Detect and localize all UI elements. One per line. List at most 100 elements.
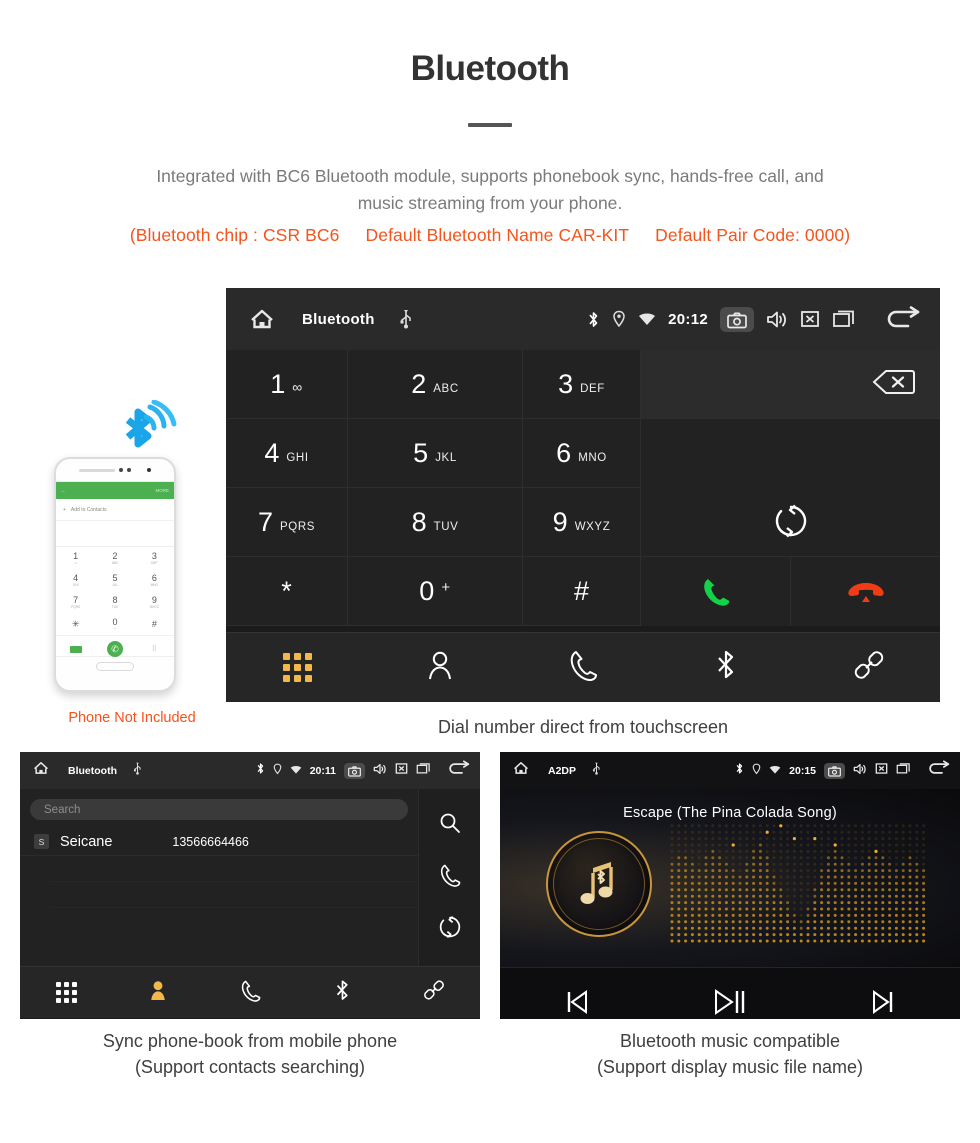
link-icon (853, 649, 885, 686)
search-placeholder: Search (44, 803, 81, 816)
key-2[interactable]: 2 ABC (348, 350, 523, 419)
phone-key: 5 JKL (112, 572, 118, 587)
add-contacts-label: Add to Contacts (70, 506, 107, 513)
nav-dialpad[interactable] (20, 982, 112, 1003)
music-title: A2DP (548, 764, 577, 777)
phone-key: 1 ∞ (73, 550, 79, 565)
music-statusbar: A2DP 20:15 (500, 752, 960, 789)
contacts-list: Search S Seicane 13566664466 (20, 789, 418, 966)
camera-icon[interactable] (720, 306, 754, 332)
hangup-button[interactable] (791, 557, 940, 626)
play-pause-button[interactable] (653, 987, 806, 1017)
spec-name: Default Bluetooth Name CAR-KIT (365, 224, 630, 245)
usb-icon (592, 762, 601, 780)
key-7[interactable]: 7 PQRS (226, 488, 348, 557)
phone-key: 2 ABC (111, 550, 119, 565)
dialpad-icon (282, 653, 312, 682)
close-box-icon[interactable] (395, 762, 408, 780)
contact-number: 13566664466 (172, 834, 249, 849)
spec-pair-code: Default Pair Code: 0000) (655, 224, 851, 245)
dialer-clock: 20:12 (668, 310, 708, 328)
dialer-title: Bluetooth (302, 310, 375, 328)
home-icon[interactable] (248, 307, 276, 331)
back-icon[interactable] (447, 759, 472, 782)
music-clock: 20:15 (789, 764, 816, 777)
bluetooth-icon (714, 648, 738, 687)
home-icon[interactable] (512, 760, 530, 781)
phone-key: 3 DEF (151, 550, 158, 565)
nav-bluetooth[interactable] (654, 648, 797, 687)
nav-contacts[interactable] (369, 649, 512, 686)
key-8[interactable]: 8 TUV (348, 488, 523, 557)
key-4[interactable]: 4 GHI (226, 419, 348, 488)
nav-bluetooth[interactable] (296, 978, 388, 1008)
camera-icon[interactable] (824, 762, 845, 779)
music-screenshot: A2DP 20:15 Escape (The Pina Colada Song) (500, 752, 960, 1019)
close-box-icon[interactable] (800, 309, 820, 329)
title-divider (468, 122, 512, 127)
phonebook-side-actions (418, 789, 480, 966)
backspace-icon[interactable] (872, 368, 916, 401)
key-6[interactable]: 6 MNO (523, 419, 641, 488)
nav-contacts[interactable] (112, 978, 204, 1007)
volume-icon[interactable] (766, 310, 788, 329)
nav-call-log[interactable] (204, 979, 296, 1007)
contact-row[interactable]: S Seicane 13566664466 (20, 828, 418, 856)
key-5[interactable]: 5 JKL (348, 419, 523, 488)
spec-chip: (Bluetooth chip : CSR BC6 (129, 224, 340, 245)
nav-call-log[interactable] (512, 649, 655, 686)
music-controls (500, 967, 960, 1019)
intro-line-1: Integrated with BC6 Bluetooth module, su… (156, 165, 824, 186)
usb-icon (399, 309, 413, 329)
music-player-body: Escape (The Pina Colada Song) (500, 789, 960, 967)
volume-icon[interactable] (373, 762, 387, 780)
key-hash[interactable]: # (523, 557, 641, 626)
back-icon[interactable] (884, 306, 924, 332)
link-icon (423, 979, 445, 1006)
recents-icon[interactable] (896, 762, 911, 780)
dialpad-icon (55, 982, 77, 1003)
transfer-audio-button[interactable] (641, 419, 940, 557)
volume-icon[interactable] (853, 762, 867, 780)
bluetooth-icon (735, 762, 744, 780)
phone-key: # (151, 618, 157, 629)
close-box-icon[interactable] (875, 762, 888, 780)
back-icon[interactable] (927, 759, 952, 782)
key-1[interactable]: 1 ∞ (226, 350, 348, 419)
key-3[interactable]: 3 DEF (523, 350, 641, 419)
call-icon (240, 979, 261, 1007)
call-icon[interactable] (439, 863, 461, 892)
phonebook-caption-line-2: (Support contacts searching) (134, 1057, 366, 1078)
recents-icon[interactable] (416, 762, 431, 780)
search-icon[interactable] (438, 811, 462, 840)
nav-link[interactable] (388, 979, 480, 1006)
previous-track-button[interactable] (500, 988, 653, 1016)
phone-home-button (56, 657, 174, 675)
number-display[interactable] (641, 350, 940, 419)
key-9[interactable]: 9 WXYZ (523, 488, 641, 557)
nav-dialpad[interactable] (226, 653, 369, 682)
dialer-screenshot: Bluetooth 20:12 1 ∞ 2 ABC 3 DEF 4 GHI 5 … (226, 288, 940, 702)
nav-link[interactable] (797, 649, 940, 686)
camera-icon[interactable] (344, 762, 365, 779)
wifi-icon (638, 312, 656, 327)
dialer-statusbar: Bluetooth 20:12 (226, 288, 940, 350)
phone-call-icon: ✆ (106, 641, 123, 657)
phonebook-screenshot: Bluetooth 20:11 Search S Seicane 1356666… (20, 752, 480, 1019)
sync-icon[interactable] (438, 915, 462, 944)
spec-line: (Bluetooth chip : CSR BC6 Default Bluetoo… (0, 225, 980, 246)
phonebook-caption: Sync phone-book from mobile phone (Suppo… (20, 1028, 480, 1080)
location-icon (612, 310, 626, 328)
key-0[interactable]: 0 + (348, 557, 523, 626)
dialer-caption: Dial number direct from touchscreen (437, 717, 729, 737)
call-icon (568, 649, 598, 686)
phonebook-bottom-nav (20, 966, 480, 1018)
contact-initial-badge: S (34, 834, 49, 849)
next-track-button[interactable] (807, 988, 960, 1016)
recents-icon[interactable] (832, 309, 856, 329)
call-button[interactable] (641, 557, 791, 626)
home-icon[interactable] (32, 760, 50, 781)
search-input[interactable]: Search (30, 799, 408, 820)
key-star[interactable]: * (226, 557, 348, 626)
phonebook-clock: 20:11 (309, 764, 336, 777)
